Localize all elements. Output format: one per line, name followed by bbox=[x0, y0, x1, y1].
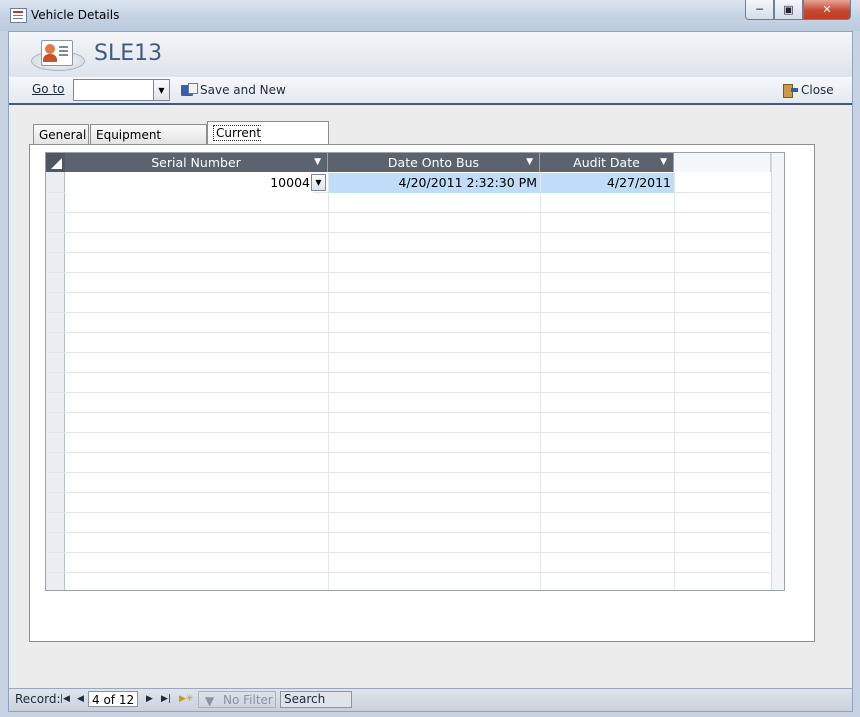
next-record-icon[interactable]: ▶ bbox=[146, 694, 153, 704]
search-input[interactable]: Search bbox=[280, 691, 352, 708]
window-title: Vehicle Details bbox=[31, 8, 120, 22]
filter-toggle-button[interactable]: ▼ No Filter bbox=[198, 691, 276, 708]
first-record-icon[interactable]: |◀ bbox=[60, 694, 70, 704]
equipment-datasheet[interactable]: Serial Number ▼ Date Onto Bus ▼ Audit Da… bbox=[45, 152, 785, 591]
cell-serial-number[interactable]: 10004 bbox=[65, 173, 313, 193]
goto-label: Go to bbox=[32, 82, 65, 96]
tab-equipment-history[interactable]: Equipment History bbox=[90, 124, 207, 162]
save-and-new-label: Save and New bbox=[200, 83, 286, 97]
maximize-button[interactable]: ▣ bbox=[774, 0, 803, 20]
save-icon bbox=[181, 83, 198, 97]
last-record-icon[interactable]: ▶| bbox=[161, 694, 171, 704]
column-header-label: Audit Date bbox=[573, 155, 640, 170]
close-label: Close bbox=[801, 83, 834, 97]
window-border-left bbox=[0, 31, 8, 717]
tab-general-label: General bbox=[39, 128, 87, 142]
exit-door-icon bbox=[783, 83, 798, 98]
tab-general[interactable]: General bbox=[33, 124, 89, 144]
form-client-area: SLE13 Go to ▼ Save and New Close General… bbox=[8, 31, 853, 712]
window-controls: ─ ▣ ✕ bbox=[745, 0, 851, 20]
save-and-new-button[interactable]: Save and New bbox=[181, 80, 286, 100]
close-window-button[interactable]: ✕ bbox=[803, 0, 851, 20]
form-toolbar: Go to ▼ Save and New Close bbox=[9, 77, 852, 105]
sort-filter-arrow-icon[interactable]: ▼ bbox=[526, 153, 533, 172]
minimize-button[interactable]: ─ bbox=[745, 0, 774, 20]
combo-dropdown-arrow-icon[interactable]: ▼ bbox=[311, 174, 326, 191]
new-record-icon[interactable]: ▶✳ bbox=[179, 694, 193, 704]
window-title-bar[interactable]: Vehicle Details ─ ▣ ✕ bbox=[0, 0, 860, 32]
contact-card-icon bbox=[31, 39, 85, 71]
column-header-audit-date[interactable]: Audit Date ▼ bbox=[540, 153, 674, 172]
current-record-field[interactable]: 4 of 12 bbox=[88, 691, 138, 707]
select-all-corner[interactable] bbox=[46, 153, 65, 172]
row-selector-column[interactable] bbox=[46, 172, 65, 590]
cell-audit-date[interactable]: 4/27/2011 bbox=[541, 173, 674, 193]
filter-label: No Filter bbox=[223, 693, 273, 707]
form-icon bbox=[10, 8, 27, 23]
column-header-date-onto-bus[interactable]: Date Onto Bus ▼ bbox=[328, 153, 540, 172]
column-header-blank bbox=[674, 153, 771, 172]
form-header: SLE13 bbox=[9, 32, 852, 77]
vertical-scrollbar[interactable] bbox=[771, 153, 784, 590]
column-header-serial-number[interactable]: Serial Number ▼ bbox=[65, 153, 328, 172]
cell-date-onto-bus[interactable]: 4/20/2011 2:32:30 PM bbox=[329, 173, 540, 193]
grid-divider bbox=[674, 172, 675, 590]
close-button[interactable]: Close bbox=[783, 80, 834, 100]
record-label: Record: bbox=[15, 692, 61, 706]
grid-divider bbox=[540, 172, 541, 590]
chevron-down-icon[interactable]: ▼ bbox=[153, 80, 169, 100]
previous-record-icon[interactable]: ◀ bbox=[77, 694, 84, 704]
goto-combobox[interactable]: ▼ bbox=[73, 79, 170, 101]
record-navigation-bar: Record: |◀ ◀ 4 of 12 ▶ ▶| ▶✳ ▼ No Filter… bbox=[9, 688, 852, 711]
tab-current-equipment[interactable]: Current Equipment bbox=[207, 121, 329, 163]
sort-filter-arrow-icon[interactable]: ▼ bbox=[660, 153, 667, 172]
page-title: SLE13 bbox=[94, 41, 163, 66]
sort-filter-arrow-icon[interactable]: ▼ bbox=[314, 153, 321, 172]
column-header-label: Serial Number bbox=[151, 155, 241, 170]
funnel-icon: ▼ bbox=[205, 694, 215, 708]
grid-divider bbox=[328, 172, 329, 590]
column-header-label: Date Onto Bus bbox=[387, 155, 480, 170]
